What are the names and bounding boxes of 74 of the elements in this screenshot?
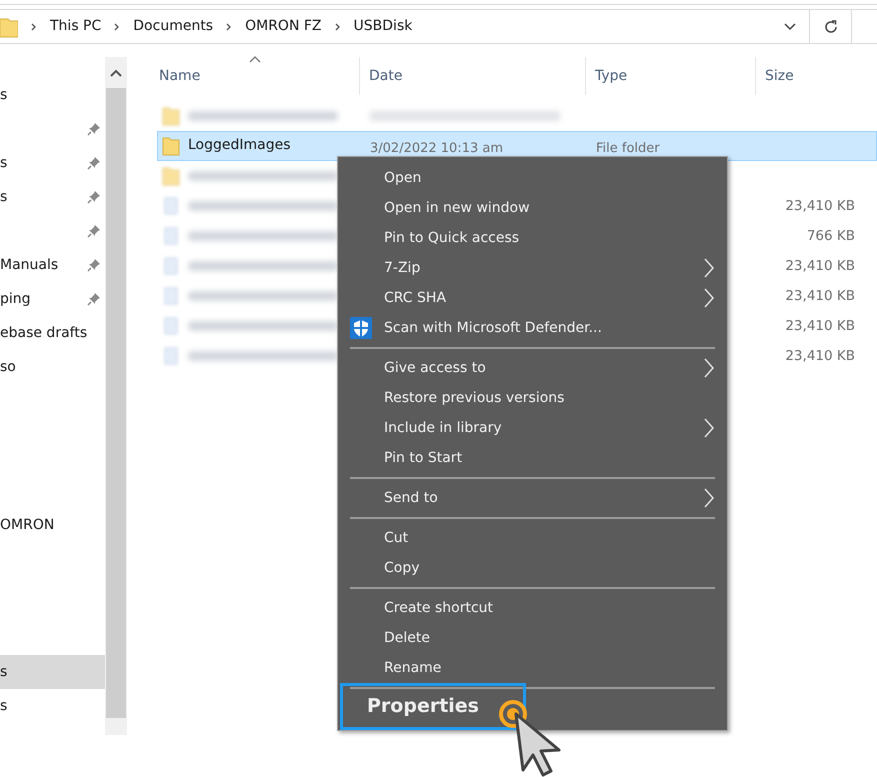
- menu-item[interactable]: Pin to Start: [338, 443, 727, 473]
- sort-ascending-icon: [249, 55, 261, 63]
- breadcrumb[interactable]: Documents: [133, 16, 214, 37]
- chevron-right-icon[interactable]: [225, 22, 234, 32]
- chevron-down-icon[interactable]: [783, 22, 797, 32]
- type-cell: File folder: [596, 141, 660, 156]
- size-cell-text: 23,410 KB: [785, 316, 855, 336]
- menu-item[interactable]: Restore previous versions: [338, 383, 727, 413]
- folder-icon: [0, 16, 18, 38]
- column-header[interactable]: Type: [595, 66, 628, 86]
- menu-item[interactable]: Pin to Quick access: [338, 223, 727, 253]
- menu-item[interactable]: Send to: [338, 483, 727, 513]
- file-icon: [162, 226, 180, 246]
- size-cell-text: 766 KB: [806, 226, 855, 246]
- sidebar-item[interactable]: Manuals: [0, 248, 105, 282]
- file-icon: [162, 196, 180, 216]
- menu-item[interactable]: Create shortcut: [338, 593, 727, 623]
- size-cell-text: 23,410 KB: [785, 346, 855, 366]
- column-header[interactable]: Date: [369, 66, 402, 86]
- chevron-right-icon[interactable]: [334, 22, 342, 32]
- file-icon: [162, 346, 180, 366]
- folder-icon: [162, 136, 180, 156]
- pin-icon[interactable]: [86, 258, 101, 272]
- breadcrumb[interactable]: OMRON FZ: [245, 16, 322, 37]
- menu-item[interactable]: Open in new window: [338, 193, 727, 223]
- menu-item[interactable]: Give access to: [338, 353, 727, 383]
- menu-item[interactable]: 7-Zip: [338, 253, 727, 283]
- folder-icon: [162, 166, 180, 186]
- pin-icon[interactable]: [86, 292, 101, 306]
- chevron-right-icon[interactable]: [113, 22, 122, 32]
- file-row[interactable]: LoggedImages 3/02/2022 10:13 am File folder: [157, 131, 877, 161]
- pin-icon[interactable]: [86, 190, 101, 204]
- file-icon: [162, 316, 180, 336]
- sidebar-item[interactable]: s: [0, 689, 105, 723]
- menu-item[interactable]: Scan with Microsoft Defender...: [338, 313, 727, 343]
- size-cell-text: 23,410 KB: [785, 286, 855, 306]
- sidebar-item[interactable]: so: [0, 350, 105, 384]
- pin-icon[interactable]: [86, 156, 101, 170]
- breadcrumb[interactable]: USBDisk: [354, 16, 412, 37]
- address-bar[interactable]: This PC Documents OMRON FZ USBDisk: [0, 9, 810, 44]
- menu-item[interactable]: Copy: [338, 553, 727, 583]
- scrollbar-thumb[interactable]: [106, 88, 126, 718]
- menu-item[interactable]: Include in library: [338, 413, 727, 443]
- search-field[interactable]: [852, 9, 877, 44]
- sidebar-item[interactable]: s: [0, 655, 105, 689]
- sidebar-item[interactable]: s: [0, 180, 105, 214]
- scrollbar[interactable]: [104, 57, 127, 735]
- menu-item[interactable]: Delete: [338, 623, 727, 653]
- sidebar-item[interactable]: OMRON: [0, 508, 105, 542]
- chevron-right-icon[interactable]: [30, 22, 38, 32]
- column-header[interactable]: Size: [765, 66, 794, 86]
- refresh-icon: [822, 18, 838, 34]
- sidebar-item[interactable]: s: [0, 146, 105, 180]
- size-cell-text: 23,410 KB: [785, 256, 855, 276]
- refresh-button[interactable]: [810, 9, 852, 44]
- size-cell-text: 23,410 KB: [785, 196, 855, 216]
- folder-icon: [162, 106, 180, 126]
- pin-icon[interactable]: [86, 224, 101, 238]
- sidebar-item[interactable]: ping: [0, 282, 105, 316]
- sidebar-item[interactable]: ebase drafts: [0, 316, 105, 350]
- menu-item[interactable]: CRC SHA: [338, 283, 727, 313]
- file-icon: [162, 286, 180, 306]
- file-icon: [162, 256, 180, 276]
- breadcrumb[interactable]: This PC: [50, 16, 102, 37]
- menu-item[interactable]: Rename: [338, 653, 727, 683]
- file-name: LoggedImages: [188, 136, 291, 155]
- column-header[interactable]: Name: [159, 66, 200, 86]
- sidebar-item[interactable]: s: [0, 78, 105, 112]
- scroll-up-icon[interactable]: [110, 69, 122, 77]
- menu-item[interactable]: Properties: [340, 683, 526, 730]
- date-cell: 3/02/2022 10:13 am: [370, 141, 504, 156]
- menu-item[interactable]: Cut: [338, 523, 727, 553]
- pin-icon[interactable]: [86, 122, 101, 136]
- menu-item[interactable]: Open: [338, 163, 727, 193]
